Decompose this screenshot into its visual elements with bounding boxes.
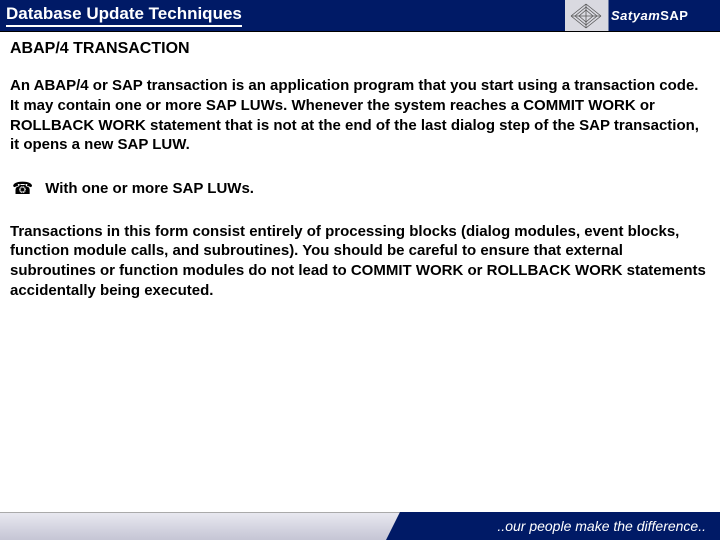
footer-bar: ..our people make the difference.. [0, 512, 720, 540]
brand-suffix: SAP [660, 8, 688, 23]
phone-icon: ☎ [12, 179, 33, 199]
brand-logo-area: SatyamSAP [565, 0, 720, 31]
subtitle: ABAP/4 TRANSACTION [10, 40, 710, 58]
brand-name: Satyam [611, 8, 660, 23]
bullet-row: ☎ With one or more SAP LUWs. [10, 179, 710, 199]
brand-text: SatyamSAP [611, 8, 688, 23]
bullet-text: With one or more SAP LUWs. [45, 179, 254, 199]
header-bar: Database Update Techniques SatyamSAP [0, 0, 720, 32]
content-area: ABAP/4 TRANSACTION An ABAP/4 or SAP tran… [0, 32, 720, 301]
footer-left [0, 512, 400, 540]
page-title: Database Update Techniques [0, 0, 565, 31]
page-title-text: Database Update Techniques [6, 4, 242, 27]
paragraph-2: Transactions in this form consist entire… [10, 222, 710, 301]
paragraph-1: An ABAP/4 or SAP transaction is an appli… [10, 76, 710, 155]
footer-tagline: ..our people make the difference.. [400, 512, 720, 540]
footer-tagline-text: ..our people make the difference.. [497, 518, 706, 534]
satyam-diamond-icon [569, 2, 603, 30]
